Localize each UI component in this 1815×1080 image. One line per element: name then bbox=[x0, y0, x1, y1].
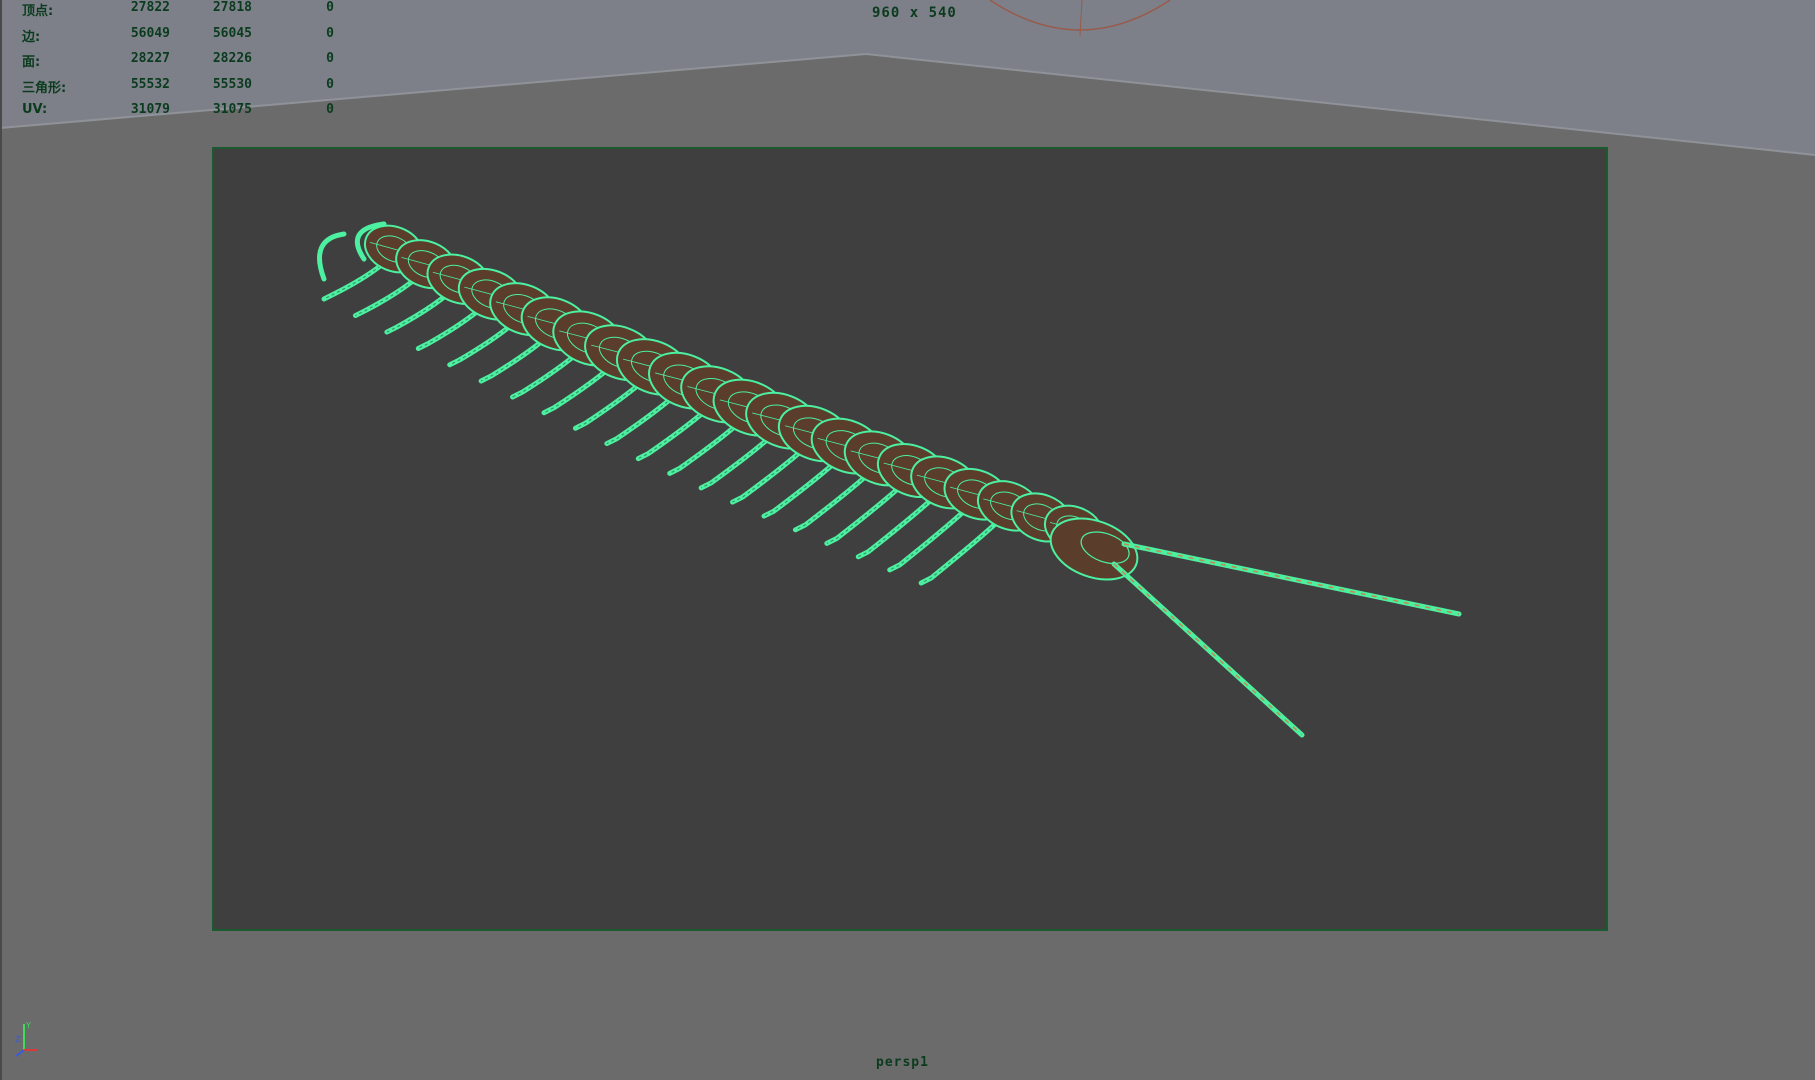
hud-value: 55532 bbox=[130, 77, 170, 92]
axis-gizmo-icon: Y Z bbox=[15, 1021, 38, 1057]
hud-value: 0 bbox=[326, 26, 334, 41]
centipede-tail-hook bbox=[317, 231, 347, 282]
hud-value: 31079 bbox=[130, 102, 170, 117]
hud-label: 面: bbox=[22, 55, 41, 70]
hud-value: 27818 bbox=[212, 0, 252, 15]
hud-value: 0 bbox=[326, 0, 334, 15]
far-plane bbox=[0, 0, 1815, 155]
hud-value: 0 bbox=[326, 77, 334, 92]
hud-value: 56045 bbox=[212, 26, 252, 41]
hud-value: 56049 bbox=[130, 26, 170, 41]
hud-value: 28227 bbox=[130, 51, 170, 66]
hud-value: 27822 bbox=[130, 0, 170, 15]
hud-value: 31075 bbox=[212, 102, 252, 117]
hud-value: 0 bbox=[326, 51, 334, 66]
hud-value: 0 bbox=[326, 102, 334, 117]
camera-name-label: persp1 bbox=[876, 1055, 929, 1070]
centipede-antenna bbox=[1111, 561, 1305, 738]
resolution-gate[interactable] bbox=[212, 147, 1608, 931]
hud-label: 边: bbox=[22, 30, 41, 45]
axis-z-line bbox=[15, 1049, 25, 1057]
centipede-wireframe-model[interactable] bbox=[214, 149, 1608, 931]
hud-label: 三角形: bbox=[22, 81, 67, 96]
axis-z-label: Z bbox=[15, 1035, 21, 1044]
axis-y-label: Y bbox=[25, 1021, 31, 1030]
hud-label: 顶点: bbox=[22, 4, 54, 19]
hud-label: UV: bbox=[22, 102, 48, 117]
hud-value: 55530 bbox=[212, 77, 252, 92]
resolution-gate-label: 960 x 540 bbox=[872, 5, 957, 21]
perspective-viewport[interactable]: 顶点: 27822 27818 0 边: 56049 56045 0 面: 28… bbox=[0, 0, 1815, 1080]
hud-value: 28226 bbox=[212, 51, 252, 66]
